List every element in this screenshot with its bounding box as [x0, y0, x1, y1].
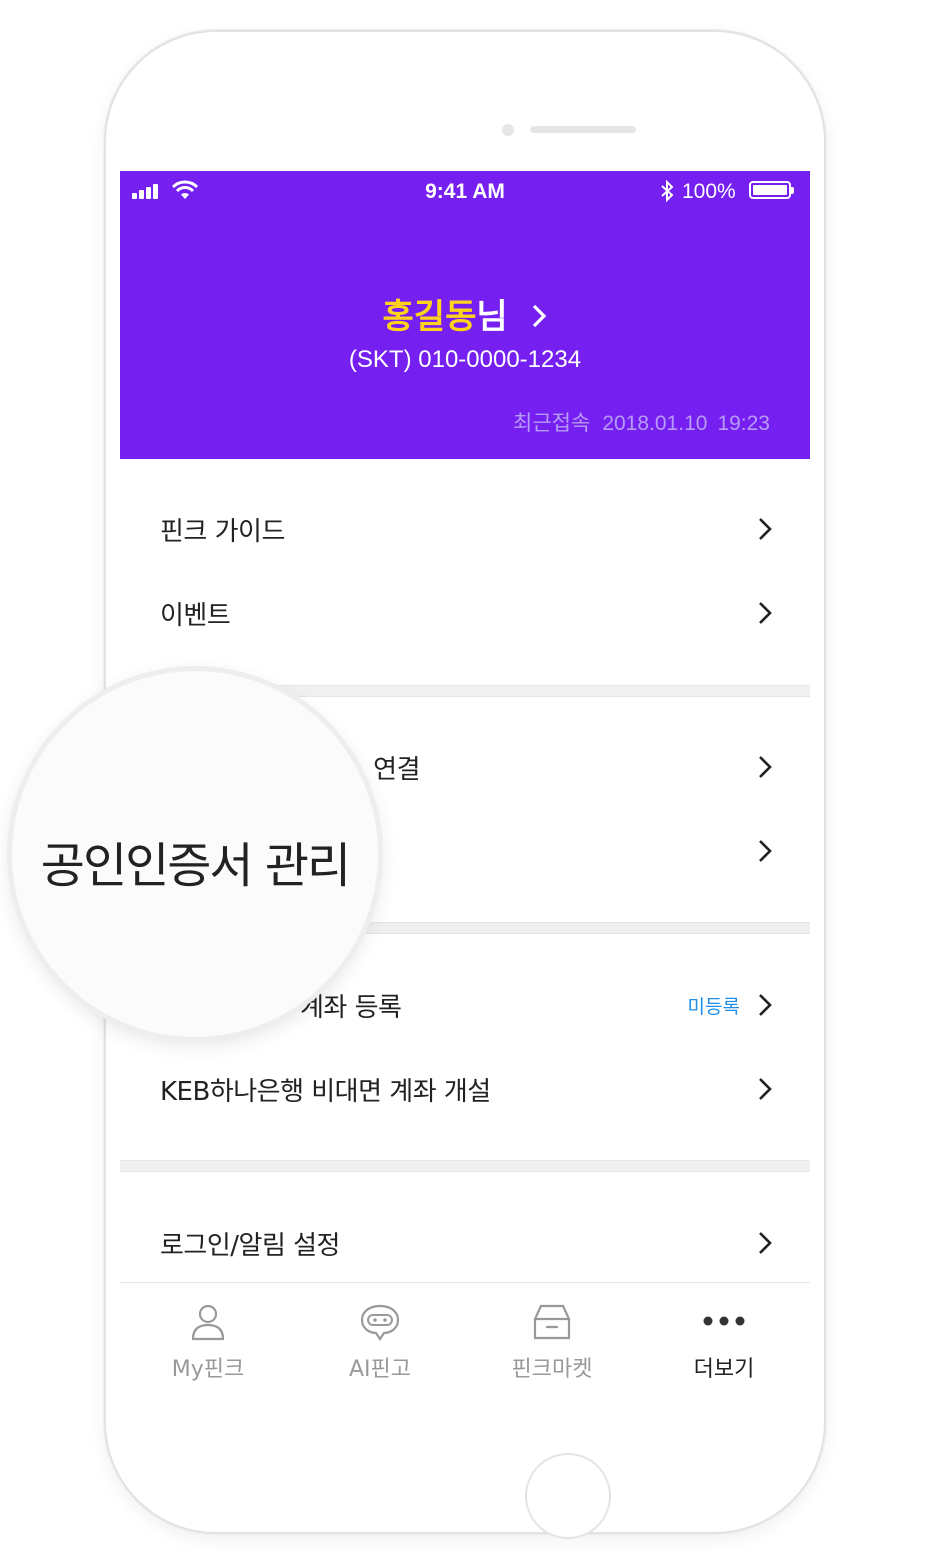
last-access-time: 19:23 — [717, 412, 770, 435]
menu-item-open-account[interactable]: KEB하나은행 비대면 계좌 개설 — [120, 1047, 810, 1131]
menu-item-login-alert-settings[interactable]: 로그인/알림 설정 — [120, 1201, 810, 1285]
tab-label: My핀크 — [171, 1357, 245, 1382]
bluetooth-icon — [661, 180, 674, 202]
market-box-icon — [533, 1304, 571, 1340]
chevron-right-icon — [759, 756, 772, 778]
chevron-right-icon — [759, 994, 772, 1016]
menu-item-event[interactable]: 이벤트 — [120, 571, 810, 655]
tab-label: 더보기 — [693, 1357, 755, 1382]
user-name-link[interactable]: 홍길동님 — [120, 289, 810, 338]
tab-more[interactable]: 더보기 — [638, 1283, 810, 1399]
tab-label: AI핀고 — [348, 1357, 412, 1382]
more-dots-icon — [703, 1316, 745, 1326]
profile-header: 9:41 AM 100% 홍길동님 (SKT) 010-0000-1234 최근… — [120, 171, 810, 459]
tab-label: 핀크마켓 — [511, 1357, 593, 1382]
person-icon — [191, 1304, 225, 1341]
chevron-right-icon — [759, 518, 772, 540]
front-camera — [502, 124, 514, 136]
menu-item-label: 핀크 가이드 — [160, 516, 285, 547]
tab-pinc-market[interactable]: 핀크마켓 — [466, 1283, 638, 1399]
magnifier-label: 공인인증서 관리 — [40, 838, 351, 894]
bottom-tab-bar: My핀크 AI핀고 핀크마켓 더보기 — [120, 1282, 810, 1399]
earpiece-speaker — [530, 126, 636, 133]
user-name: 홍길동 — [382, 297, 477, 337]
chat-robot-icon — [360, 1304, 400, 1341]
chevron-right-icon — [759, 602, 772, 624]
chevron-right-icon — [759, 1078, 772, 1100]
menu-item-pinc-guide[interactable]: 핀크 가이드 — [120, 487, 810, 571]
chevron-right-icon — [533, 304, 547, 327]
tab-my-pinc[interactable]: My핀크 — [122, 1283, 294, 1399]
home-button[interactable] — [525, 1453, 611, 1539]
menu-item-label: 로그인/알림 설정 — [160, 1230, 340, 1261]
menu-item-label: 계좌 등록 — [300, 992, 402, 1023]
chevron-right-icon — [759, 1232, 772, 1254]
unregistered-badge: 미등록 — [687, 995, 740, 1018]
tab-ai-pingo[interactable]: AI핀고 — [294, 1283, 466, 1399]
menu-item-label: 이벤트 — [160, 600, 231, 631]
last-access: 최근접속 2018.01.10 19:23 — [513, 407, 770, 437]
menu-item-label: KEB하나은행 비대면 계좌 개설 — [160, 1076, 491, 1107]
status-bar: 9:41 AM 100% — [120, 171, 810, 211]
section-divider — [120, 1160, 810, 1172]
last-access-date: 2018.01.10 — [602, 412, 708, 435]
chevron-right-icon — [759, 840, 772, 862]
last-access-label: 최근접속 — [513, 412, 591, 435]
user-name-suffix: 님 — [476, 297, 508, 337]
phone-number: (SKT) 010-0000-1234 — [348, 346, 582, 373]
battery-percentage: 100% — [682, 180, 736, 203]
battery-icon — [749, 181, 794, 199]
